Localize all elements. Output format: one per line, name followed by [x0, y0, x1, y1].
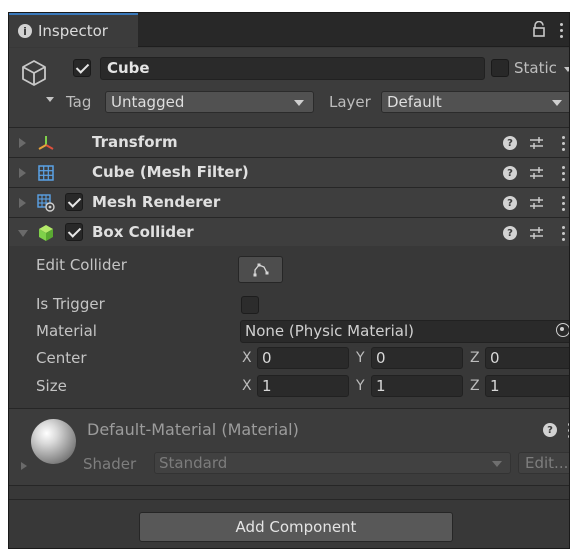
shader-value: Standard — [159, 454, 228, 472]
axis-y-label: Y — [356, 350, 365, 366]
foldout-arrow-icon[interactable] — [18, 230, 28, 237]
tab-inspector[interactable]: i Inspector — [9, 13, 138, 47]
center-x-field[interactable]: 0 — [257, 347, 349, 369]
edit-collider-button[interactable] — [238, 256, 283, 283]
material-section: Default-Material (Material) ? Shader Sta… — [9, 408, 569, 486]
center-label: Center — [36, 349, 87, 367]
layer-label: Layer — [329, 93, 371, 111]
axis-x-label: X — [242, 378, 252, 394]
material-title: Default-Material (Material) — [87, 420, 299, 439]
layer-dropdown[interactable]: Default — [381, 91, 569, 113]
tag-value: Untagged — [111, 93, 185, 111]
axis-y-label: Y — [356, 378, 365, 394]
material-preview-sphere-icon — [31, 419, 76, 464]
is-trigger-label: Is Trigger — [36, 295, 105, 313]
size-label: Size — [36, 377, 67, 395]
foldout-arrow-icon[interactable] — [19, 138, 26, 148]
transform-axes-icon — [38, 136, 54, 150]
gameobject-cube-icon[interactable] — [19, 58, 49, 88]
component-mesh-filter[interactable]: Cube (Mesh Filter) ? — [9, 157, 569, 187]
gameobject-header: Cube Static Tag Untagged Layer Default — [9, 48, 569, 128]
shader-label: Shader — [83, 455, 137, 473]
component-enabled-checkbox[interactable] — [65, 223, 83, 241]
static-dropdown-arrow-icon[interactable] — [564, 67, 569, 72]
edit-bounds-icon — [253, 263, 269, 277]
tag-dropdown[interactable]: Untagged — [105, 91, 314, 113]
preset-sliders-icon[interactable] — [529, 225, 544, 241]
chevron-down-icon — [294, 100, 304, 106]
kebab-menu-icon[interactable] — [561, 226, 565, 241]
component-enabled-checkbox[interactable] — [65, 193, 83, 211]
kebab-menu-icon[interactable] — [561, 166, 565, 181]
chevron-down-icon — [492, 461, 502, 467]
layer-value: Default — [387, 93, 442, 111]
shader-dropdown[interactable]: Standard — [154, 452, 511, 474]
tab-bar: i Inspector — [9, 13, 569, 47]
tag-label: Tag — [66, 93, 92, 111]
help-icon[interactable]: ? — [503, 196, 517, 210]
edit-shader-button[interactable]: Edit... — [518, 452, 569, 474]
size-z-field[interactable]: 1 — [485, 375, 569, 397]
object-picker-icon[interactable] — [556, 323, 569, 337]
chevron-down-icon — [552, 100, 562, 106]
kebab-menu-icon[interactable] — [559, 23, 563, 38]
static-checkbox[interactable] — [491, 59, 509, 77]
gameobject-name-field[interactable]: Cube — [100, 57, 485, 80]
lock-icon[interactable] — [532, 21, 546, 37]
kebab-menu-icon[interactable] — [561, 136, 565, 151]
component-title: Transform — [92, 133, 178, 151]
box-collider-cube-icon — [39, 225, 53, 241]
icon-dropdown-arrow-icon[interactable] — [46, 97, 54, 102]
help-icon[interactable]: ? — [503, 136, 517, 150]
component-title: Box Collider — [92, 223, 194, 241]
divider — [9, 499, 569, 500]
component-transform[interactable]: Transform ? — [9, 127, 569, 157]
static-label: Static — [514, 59, 557, 77]
mesh-filter-grid-icon — [38, 165, 54, 181]
foldout-arrow-icon[interactable] — [19, 168, 26, 178]
component-box-collider[interactable]: Box Collider ? — [9, 217, 569, 247]
center-z-field[interactable]: 0 — [485, 347, 569, 369]
is-trigger-checkbox[interactable] — [241, 296, 259, 314]
kebab-menu-icon[interactable] — [561, 196, 565, 211]
foldout-arrow-icon[interactable] — [19, 198, 26, 208]
edit-collider-label: Edit Collider — [36, 256, 127, 274]
active-checkbox[interactable] — [73, 59, 91, 77]
help-icon[interactable]: ? — [543, 423, 557, 437]
component-mesh-renderer[interactable]: Mesh Renderer ? — [9, 187, 569, 217]
mesh-renderer-icon — [37, 194, 55, 212]
preset-sliders-icon[interactable] — [529, 165, 544, 181]
component-title: Cube (Mesh Filter) — [92, 163, 249, 181]
help-icon[interactable]: ? — [503, 166, 517, 180]
material-object-field[interactable]: None (Physic Material) — [240, 320, 569, 343]
inspector-window: i Inspector Cube Static Tag Untagged Lay… — [8, 12, 570, 549]
add-component-button[interactable]: Add Component — [139, 512, 453, 542]
axis-z-label: Z — [470, 378, 480, 394]
component-title: Mesh Renderer — [92, 193, 221, 211]
help-icon[interactable]: ? — [503, 226, 517, 240]
preset-sliders-icon[interactable] — [529, 135, 544, 151]
box-collider-properties: Edit Collider Is Trigger Material None (… — [9, 246, 569, 406]
axis-z-label: Z — [470, 350, 480, 366]
size-y-field[interactable]: 1 — [371, 375, 463, 397]
center-y-field[interactable]: 0 — [371, 347, 463, 369]
material-label: Material — [36, 322, 97, 340]
info-icon: i — [18, 24, 32, 38]
size-x-field[interactable]: 1 — [257, 375, 349, 397]
foldout-arrow-icon[interactable] — [21, 462, 27, 470]
preset-sliders-icon[interactable] — [529, 195, 544, 211]
axis-x-label: X — [242, 350, 252, 366]
tab-label: Inspector — [38, 22, 108, 40]
